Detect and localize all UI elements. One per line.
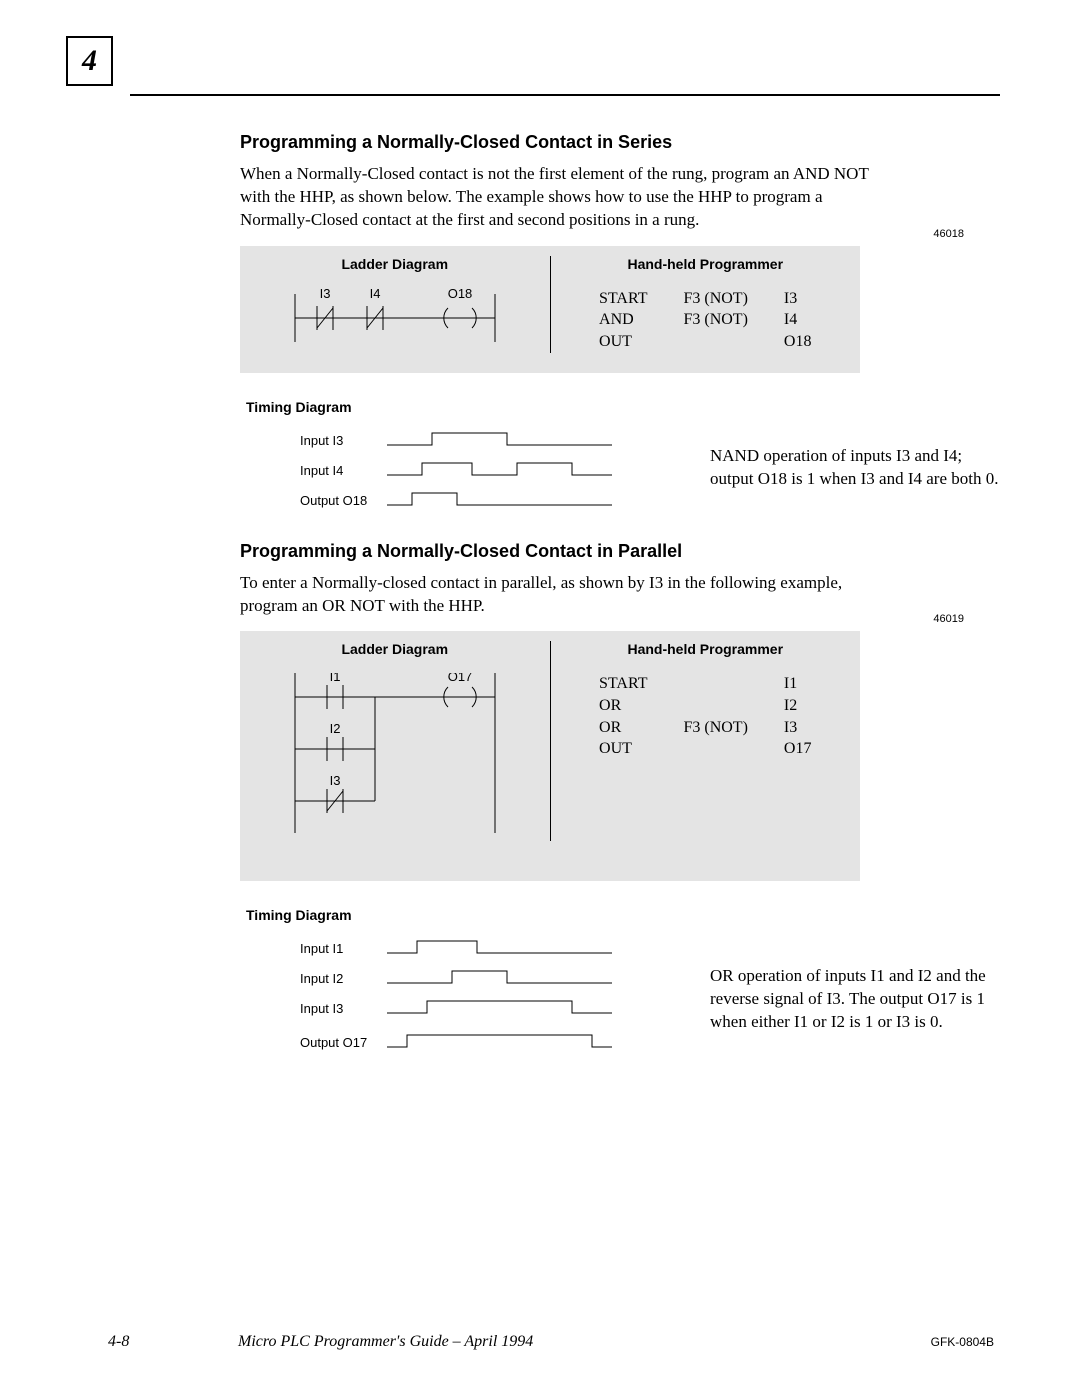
page-footer: 4-8 Micro PLC Programmer's Guide – April…	[108, 1333, 994, 1351]
figure-b-id: 46019	[933, 613, 964, 625]
timing-a-r3: Output O18	[300, 493, 367, 508]
top-rule	[130, 94, 1000, 96]
timing-diagram-a: Input I3 Input I4 Output O18	[292, 423, 622, 513]
timing-b-r3: Input I3	[300, 1001, 343, 1016]
timing-b-r2: Input I2	[300, 971, 343, 986]
chapter-marker: 4	[66, 36, 113, 86]
timing-desc-a: NAND operation of inputs I3 and I4; outp…	[710, 445, 1000, 491]
timing-title-b: Timing Diagram	[246, 907, 1000, 923]
chapter-number: 4	[82, 44, 97, 77]
timing-title-a: Timing Diagram	[246, 399, 1000, 415]
timing-b-r4: Output O17	[300, 1035, 367, 1050]
hhp-b-col1: START OR OR OUT	[599, 673, 647, 759]
timing-desc-b: OR operation of inputs I1 and I2 and the…	[710, 965, 1000, 1034]
section-a-title: Programming a Normally-Closed Contact in…	[240, 132, 1000, 153]
figure-b: 46019 Ladder Diagram	[240, 631, 1000, 1067]
hhp-a-col2: F3 (NOT) F3 (NOT)	[683, 288, 747, 353]
ladder-b-lbl-i3: I3	[329, 773, 340, 788]
hhp-a-col1: START AND OUT	[599, 288, 647, 353]
hhp-title-b: Hand-held Programmer	[551, 641, 861, 657]
ladder-b-lbl-o17: O17	[447, 673, 472, 684]
footer-title: Micro PLC Programmer's Guide – April 199…	[238, 1333, 931, 1351]
footer-code: GFK-0804B	[931, 1335, 994, 1349]
footer-page: 4-8	[108, 1333, 238, 1351]
ladder-b-lbl-i2: I2	[329, 721, 340, 736]
timing-diagram-b: Input I1 Input I2 Input I3 Output O17	[292, 931, 622, 1067]
ladder-diagram-a: I3 I4	[265, 288, 525, 348]
ladder-a-lbl-o18: O18	[447, 288, 472, 301]
ladder-b-lbl-i1: I1	[329, 673, 340, 684]
hhp-b-col2: F3 (NOT)	[683, 673, 747, 759]
ladder-a-lbl-i4: I4	[369, 288, 380, 301]
hhp-b-col3: I1 I2 I3 O17	[784, 673, 812, 759]
section-b-title: Programming a Normally-Closed Contact in…	[240, 541, 1000, 562]
timing-a-r2: Input I4	[300, 463, 343, 478]
hhp-title-a: Hand-held Programmer	[551, 256, 861, 272]
ladder-diagram-b: I1 O17	[265, 673, 525, 833]
figure-a-id: 46018	[933, 228, 964, 240]
hhp-a-col3: I3 I4 O18	[784, 288, 812, 353]
ladder-title-a: Ladder Diagram	[240, 256, 550, 272]
ladder-a-lbl-i3: I3	[319, 288, 330, 301]
timing-a-r1: Input I3	[300, 433, 343, 448]
timing-b-r1: Input I1	[300, 941, 343, 956]
section-a-paragraph: When a Normally-Closed contact is not th…	[240, 163, 880, 232]
figure-a: 46018 Ladder Diagram	[240, 246, 1000, 513]
ladder-title-b: Ladder Diagram	[240, 641, 550, 657]
section-b-paragraph: To enter a Normally-closed contact in pa…	[240, 572, 880, 618]
